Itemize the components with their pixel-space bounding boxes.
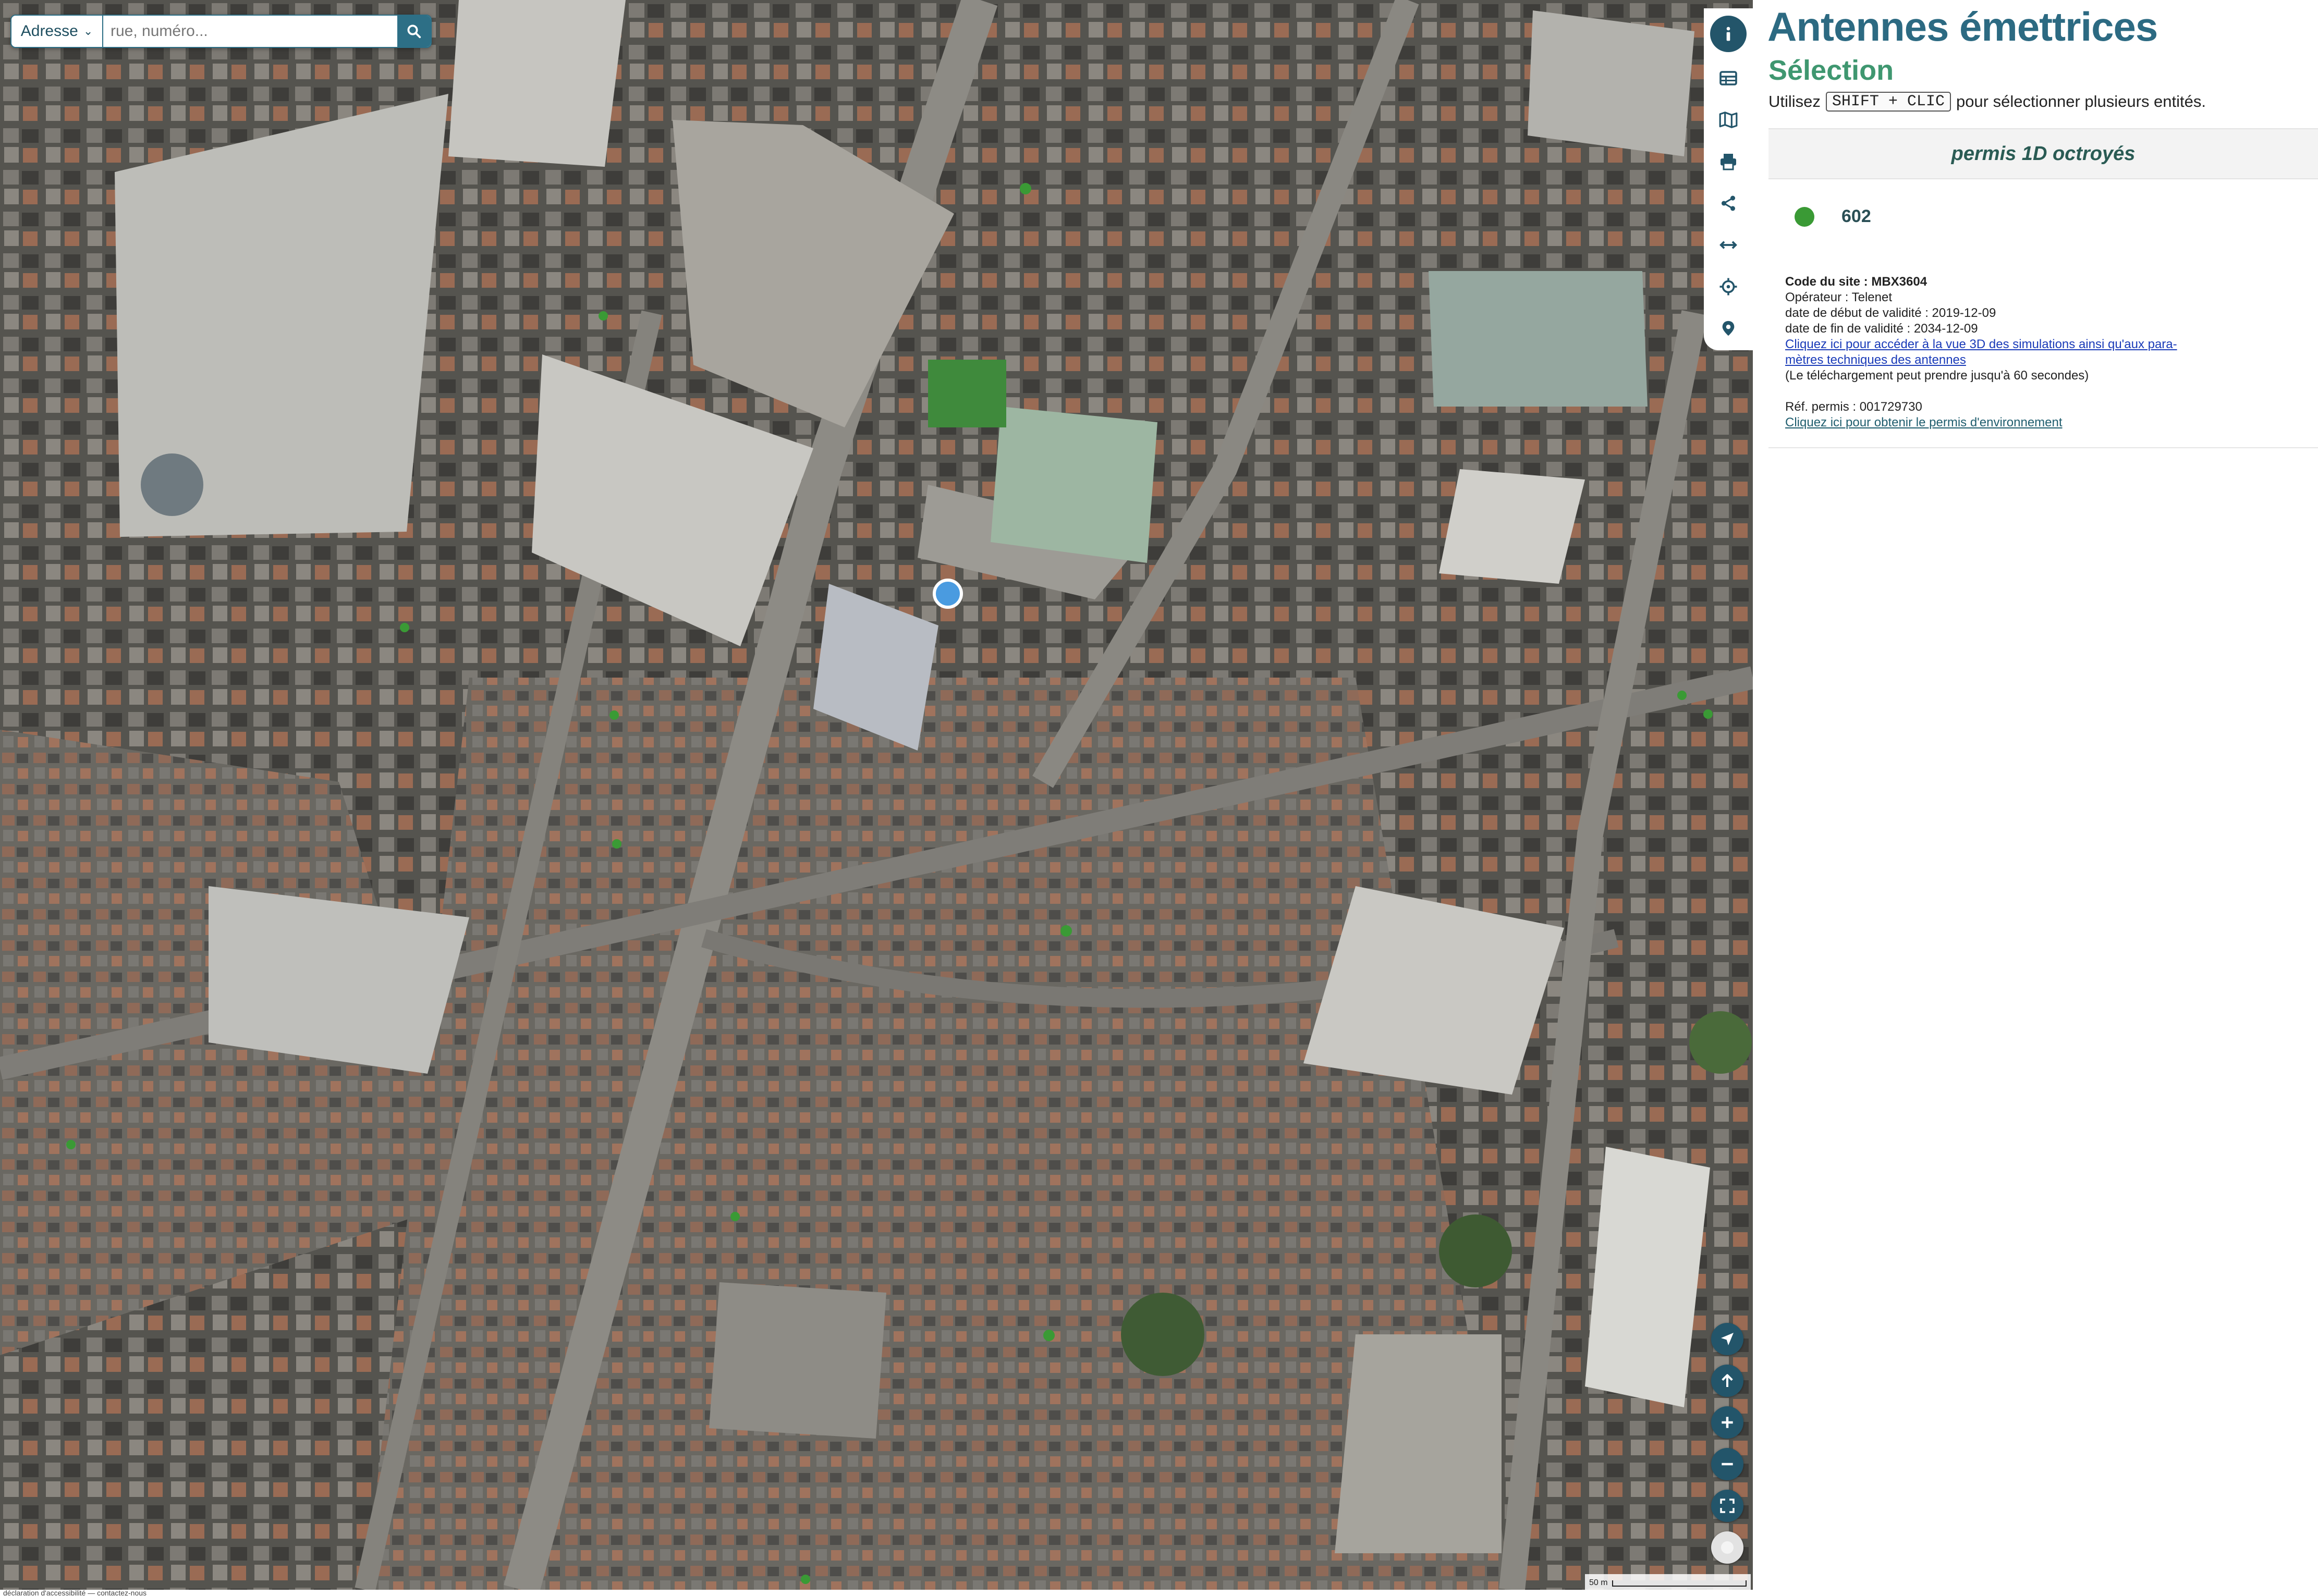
location-pin-icon: [1722, 321, 1735, 336]
table-button[interactable]: [1713, 63, 1744, 94]
map-icon: [1719, 112, 1738, 128]
download-note: (Le téléchargement peut prendre jusqu'à …: [1785, 369, 2089, 383]
geolocate-button[interactable]: [1711, 1323, 1743, 1355]
info-icon: [1726, 27, 1730, 41]
feature-details: Code du site : MBX3604 Opérateur : Telen…: [1785, 274, 2301, 431]
fullscreen-button[interactable]: [1711, 1490, 1743, 1522]
validity-end: date de fin de validité : 2034-12-09: [1785, 322, 1978, 336]
hint-shortcut-key: SHIFT + CLIC: [1825, 92, 1951, 112]
search-button[interactable]: [397, 16, 431, 47]
crosshair-icon: [1719, 278, 1737, 296]
address-search-input[interactable]: [103, 16, 397, 47]
zoom-out-icon: [1722, 1463, 1733, 1466]
scale-label: 50 m: [1589, 1578, 1608, 1587]
navigation-arrow-icon: [1721, 1333, 1734, 1345]
map-view[interactable]: Adresse ⌄ rue, numéro... 50 m: [0, 0, 1753, 1590]
simulation-3d-link[interactable]: Cliquez ici pour accéder à la vue 3D des…: [1785, 337, 2177, 367]
search-type-select[interactable]: Adresse ⌄: [11, 16, 103, 47]
measure-icon: [1719, 241, 1737, 249]
fullscreen-icon: [1720, 1499, 1735, 1513]
antenna-legend-dot: [1795, 206, 1814, 227]
selection-hint: Utilisez SHIFT + CLIC pour sélectionner …: [1768, 92, 2206, 112]
locate-button[interactable]: [1713, 271, 1744, 302]
print-icon: [1721, 154, 1736, 170]
permit-ref: Réf. permis : 001729730: [1785, 400, 1922, 414]
map-layers-button[interactable]: [1713, 104, 1744, 136]
feature-value: 602: [1841, 206, 1871, 226]
share-button[interactable]: [1713, 188, 1744, 219]
simulation-3d-link-line1[interactable]: Cliquez ici pour accéder à la vue 3D des…: [1785, 337, 2177, 351]
hint-suffix: pour sélectionner plusieurs entités.: [1956, 92, 2206, 111]
search-icon: [407, 24, 421, 39]
print-button[interactable]: [1713, 146, 1744, 177]
environment-permit-link[interactable]: Cliquez ici pour obtenir le permis d'env…: [1785, 415, 2063, 429]
zoom-in-button[interactable]: [1711, 1406, 1743, 1439]
feature-item[interactable]: 602: [1795, 206, 1871, 227]
scale-bar: 50 m: [1585, 1574, 1751, 1590]
site-code: Code du site : MBX3604: [1785, 275, 1927, 289]
info-button[interactable]: [1710, 16, 1747, 52]
selected-location-marker: [933, 579, 963, 609]
table-icon: [1719, 71, 1737, 85]
address-search-bar: Adresse ⌄: [10, 15, 432, 48]
layer-header[interactable]: permis 1D octroyés: [1768, 128, 2318, 179]
info-panel: Antennes émettrices Sélection Utilisez S…: [1753, 0, 2318, 1596]
search-type-label: Adresse: [20, 22, 78, 40]
aerial-imagery: [0, 0, 1753, 1590]
zoom-out-button[interactable]: [1711, 1448, 1743, 1480]
panel-subtitle: Sélection: [1768, 55, 1894, 86]
scale-line: [1612, 1580, 1747, 1587]
side-toolbar: [1704, 8, 1753, 350]
validity-start: date de début de validité : 2019-12-09: [1785, 306, 1996, 320]
panel-divider: [1768, 447, 2318, 448]
share-icon: [1721, 195, 1736, 211]
measure-button[interactable]: [1713, 229, 1744, 261]
hint-prefix: Utilisez: [1768, 92, 1821, 111]
map-controls: [1711, 1323, 1743, 1564]
zoom-in-icon: [1722, 1417, 1733, 1428]
basemap-toggle-icon: [1721, 1541, 1734, 1554]
reset-north-button[interactable]: [1711, 1365, 1743, 1397]
panel-title: Antennes émettrices: [1767, 4, 2158, 50]
marker-button[interactable]: [1713, 313, 1744, 344]
chevron-down-icon: ⌄: [83, 24, 93, 38]
footer-text[interactable]: déclaration d'accessibilité — contactez-…: [3, 1590, 147, 1596]
operator: Opérateur : Telenet: [1785, 290, 1893, 304]
footer-links[interactable]: déclaration d'accessibilité — contactez-…: [0, 1590, 1753, 1596]
basemap-toggle-button[interactable]: [1711, 1531, 1743, 1564]
simulation-3d-link-line2[interactable]: mètres techniques des antennes: [1785, 353, 1966, 367]
north-arrow-icon: [1722, 1374, 1733, 1387]
